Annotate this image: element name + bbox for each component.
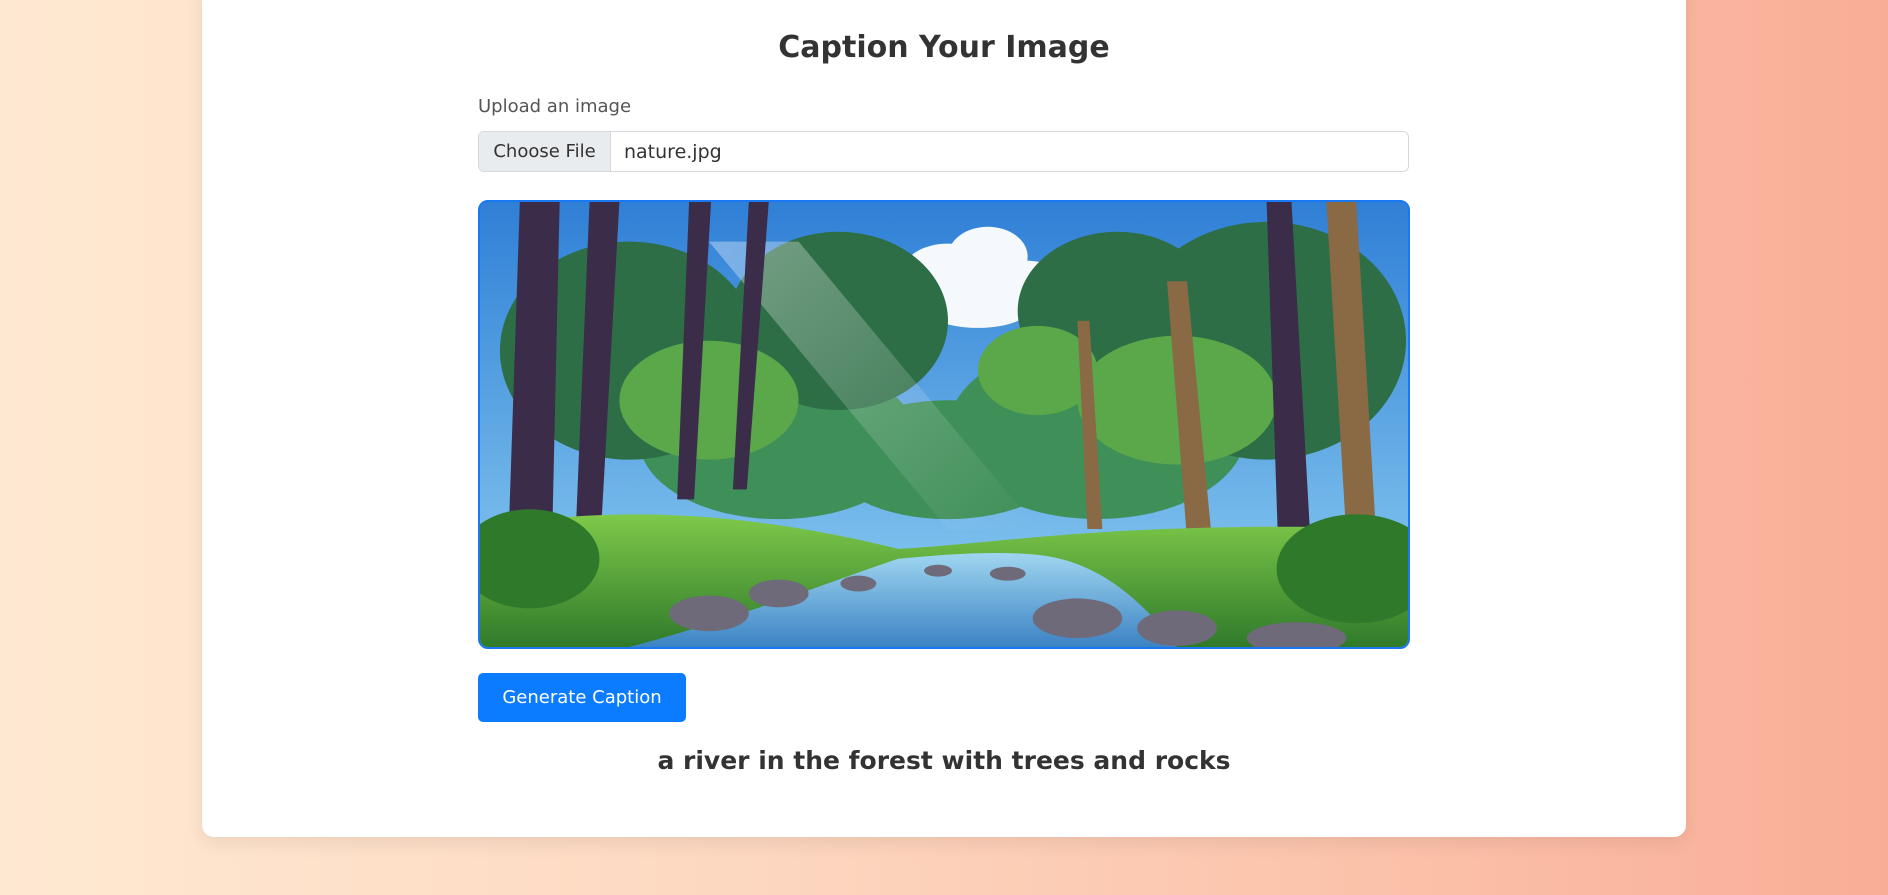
file-input[interactable]: Choose File nature.jpg <box>478 131 1409 172</box>
image-preview <box>478 200 1410 649</box>
upload-label: Upload an image <box>478 96 632 117</box>
generate-caption-button[interactable]: Generate Caption <box>478 673 686 722</box>
selected-file-name: nature.jpg <box>624 140 722 163</box>
choose-file-button[interactable]: Choose File <box>479 132 611 171</box>
page-title: Caption Your Image <box>778 30 1110 65</box>
forest-river-image <box>480 202 1408 647</box>
generated-caption: a river in the forest with trees and roc… <box>657 746 1231 775</box>
caption-card: Caption Your Image Upload an image Choos… <box>202 0 1686 837</box>
